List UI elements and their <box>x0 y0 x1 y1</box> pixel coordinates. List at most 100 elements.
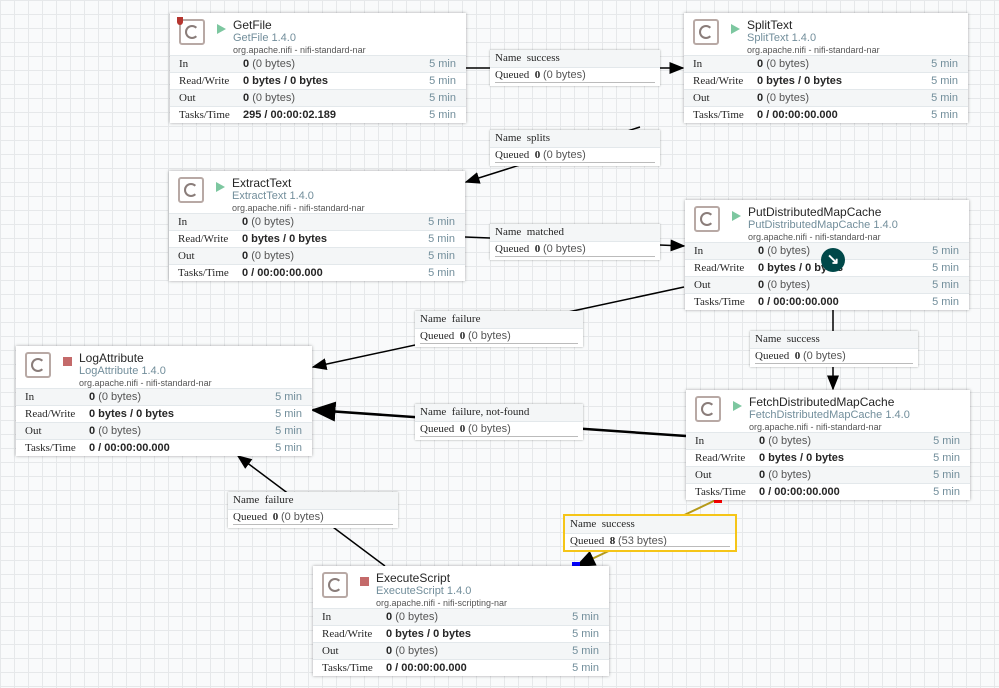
name-label: Name <box>233 494 260 506</box>
queued-label: Queued <box>495 69 530 81</box>
processor-header: SplitText SplitText 1.4.0 org.apache.nif… <box>684 13 968 55</box>
connection-label[interactable]: Name splits Queued 0 (0 bytes) <box>490 130 660 166</box>
stat-value: 0 <box>242 250 249 262</box>
stat-row-out: Out 0 (0 bytes) 5 min <box>313 642 609 659</box>
stat-window: 5 min <box>275 442 302 454</box>
queued-size: (0 bytes) <box>467 423 511 435</box>
name-label: Name <box>755 333 782 345</box>
stat-label: Out <box>694 279 711 291</box>
processor-name: PutDistributedMapCache <box>748 205 882 219</box>
stat-size: (0 bytes) <box>252 92 295 104</box>
stat-label: Out <box>693 92 710 104</box>
stat-value: 0 / 00:00:00.000 <box>758 296 839 308</box>
processor-header: PutDistributedMapCache PutDistributedMap… <box>685 200 969 242</box>
processor-icon <box>695 396 721 422</box>
stat-label: In <box>25 391 35 403</box>
stat-window: 5 min <box>275 425 302 437</box>
connection-label[interactable]: Name success Queued 0 (0 bytes) <box>490 50 660 86</box>
stat-row-tasks: Tasks/Time 0 / 00:00:00.000 5 min <box>313 659 609 676</box>
processor-splittext[interactable]: SplitText SplitText 1.4.0 org.apache.nif… <box>684 13 968 123</box>
stat-value: 0 <box>386 645 393 657</box>
connection-label[interactable]: Name failure, not-found Queued 0 (0 byte… <box>415 404 583 440</box>
connection-label[interactable]: Name failure Queued 0 (0 bytes) <box>228 492 398 528</box>
processor-fetchdmc[interactable]: FetchDistributedMapCache FetchDistribute… <box>686 390 970 500</box>
stat-size: (0 bytes) <box>98 391 141 403</box>
stat-label: Out <box>25 425 42 437</box>
queue-bar <box>570 546 730 547</box>
connection-label[interactable]: Name matched Queued 0 (0 bytes) <box>490 224 660 260</box>
connection-queued-row: Queued 0 (0 bytes) <box>490 242 660 257</box>
connection-name-row: Name matched <box>490 224 660 242</box>
stat-label: Out <box>178 250 195 262</box>
processor-getfile[interactable]: GetFile GetFile 1.4.0 org.apache.nifi - … <box>170 13 466 123</box>
processor-icon <box>179 19 205 45</box>
connection-label[interactable]: Name success Queued 0 (0 bytes) <box>750 331 918 367</box>
stat-value: 0 <box>757 58 764 70</box>
stat-row-tasks: Tasks/Time 0 / 00:00:00.000 5 min <box>685 293 969 310</box>
queue-bar <box>420 343 578 344</box>
processor-bundle: org.apache.nifi - nifi-standard-nar <box>747 45 880 55</box>
stat-value: 0 <box>242 216 249 228</box>
processor-type: LogAttribute 1.4.0 <box>79 365 166 377</box>
stat-value: 0 <box>386 611 393 623</box>
running-play-icon <box>216 182 225 192</box>
stat-label: Tasks/Time <box>178 267 229 279</box>
connection-name: failure <box>264 494 294 506</box>
stat-label: In <box>322 611 332 623</box>
stat-row-out: Out 0 (0 bytes) 5 min <box>686 466 970 483</box>
queue-bar <box>495 82 655 83</box>
queued-count: 0 <box>794 350 801 362</box>
processor-extracttext[interactable]: ExtractText ExtractText 1.4.0 org.apache… <box>169 171 465 281</box>
stat-row-read-write: Read/Write 0 bytes / 0 bytes 5 min <box>169 230 465 247</box>
queued-count: 0 <box>534 69 541 81</box>
running-play-icon <box>733 401 742 411</box>
name-label: Name <box>420 313 447 325</box>
processor-type: FetchDistributedMapCache 1.4.0 <box>749 409 910 421</box>
queued-label: Queued <box>755 350 790 362</box>
stat-window: 5 min <box>572 662 599 674</box>
stat-row-out: Out 0 (0 bytes) 5 min <box>16 422 312 439</box>
processor-icon <box>178 177 204 203</box>
stat-row-tasks: Tasks/Time 295 / 00:00:02.189 5 min <box>170 106 466 123</box>
stopped-square-icon <box>63 357 72 366</box>
stat-value: 0 / 00:00:00.000 <box>757 109 838 121</box>
stat-value: 0 bytes / 0 bytes <box>757 75 842 87</box>
stat-row-tasks: Tasks/Time 0 / 00:00:00.000 5 min <box>686 483 970 500</box>
stat-size: (0 bytes) <box>767 245 810 257</box>
processor-executescript[interactable]: ExecuteScript ExecuteScript 1.4.0 org.ap… <box>313 566 609 676</box>
stat-label: Tasks/Time <box>694 296 745 308</box>
stat-window: 5 min <box>428 216 455 228</box>
stat-window: 5 min <box>428 233 455 245</box>
name-label: Name <box>495 132 522 144</box>
queued-size: (0 bytes) <box>542 243 586 255</box>
queued-size: (0 bytes) <box>280 511 324 523</box>
queue-bar <box>420 436 578 437</box>
arrow-down-right-icon[interactable]: ↘ <box>821 248 845 272</box>
processor-logattribute[interactable]: LogAttribute LogAttribute 1.4.0 org.apac… <box>16 346 312 456</box>
stat-row-read-write: Read/Write 0 bytes / 0 bytes 5 min <box>16 405 312 422</box>
stat-row-in: In 0 (0 bytes) 5 min <box>16 388 312 405</box>
stat-value: 0 bytes / 0 bytes <box>386 628 471 640</box>
processor-header: LogAttribute LogAttribute 1.4.0 org.apac… <box>16 346 312 388</box>
queued-label: Queued <box>420 423 455 435</box>
stat-label: Read/Write <box>179 75 230 87</box>
stat-value: 0 bytes / 0 bytes <box>242 233 327 245</box>
connection-label[interactable]: Name failure Queued 0 (0 bytes) <box>415 311 583 347</box>
processor-name: SplitText <box>747 18 793 32</box>
stat-row-tasks: Tasks/Time 0 / 00:00:00.000 5 min <box>16 439 312 456</box>
stat-window: 5 min <box>931 58 958 70</box>
stat-value: 0 / 00:00:00.000 <box>89 442 170 454</box>
stat-label: Tasks/Time <box>322 662 373 674</box>
stat-label: Tasks/Time <box>179 109 230 121</box>
queued-label: Queued <box>420 330 455 342</box>
connection-name-row: Name failure <box>228 492 398 510</box>
queued-size: (0 bytes) <box>542 149 586 161</box>
stat-window: 5 min <box>429 109 456 121</box>
stopped-square-icon <box>360 577 369 586</box>
queue-bar <box>495 162 655 163</box>
connection-label[interactable]: Name success Queued 8 (53 bytes) <box>563 514 737 552</box>
stat-row-in: In 0 (0 bytes) 5 min <box>170 55 466 72</box>
queued-label: Queued <box>495 243 530 255</box>
stat-row-in: In 0 (0 bytes) 5 min <box>169 213 465 230</box>
processor-bundle: org.apache.nifi - nifi-standard-nar <box>748 232 881 242</box>
